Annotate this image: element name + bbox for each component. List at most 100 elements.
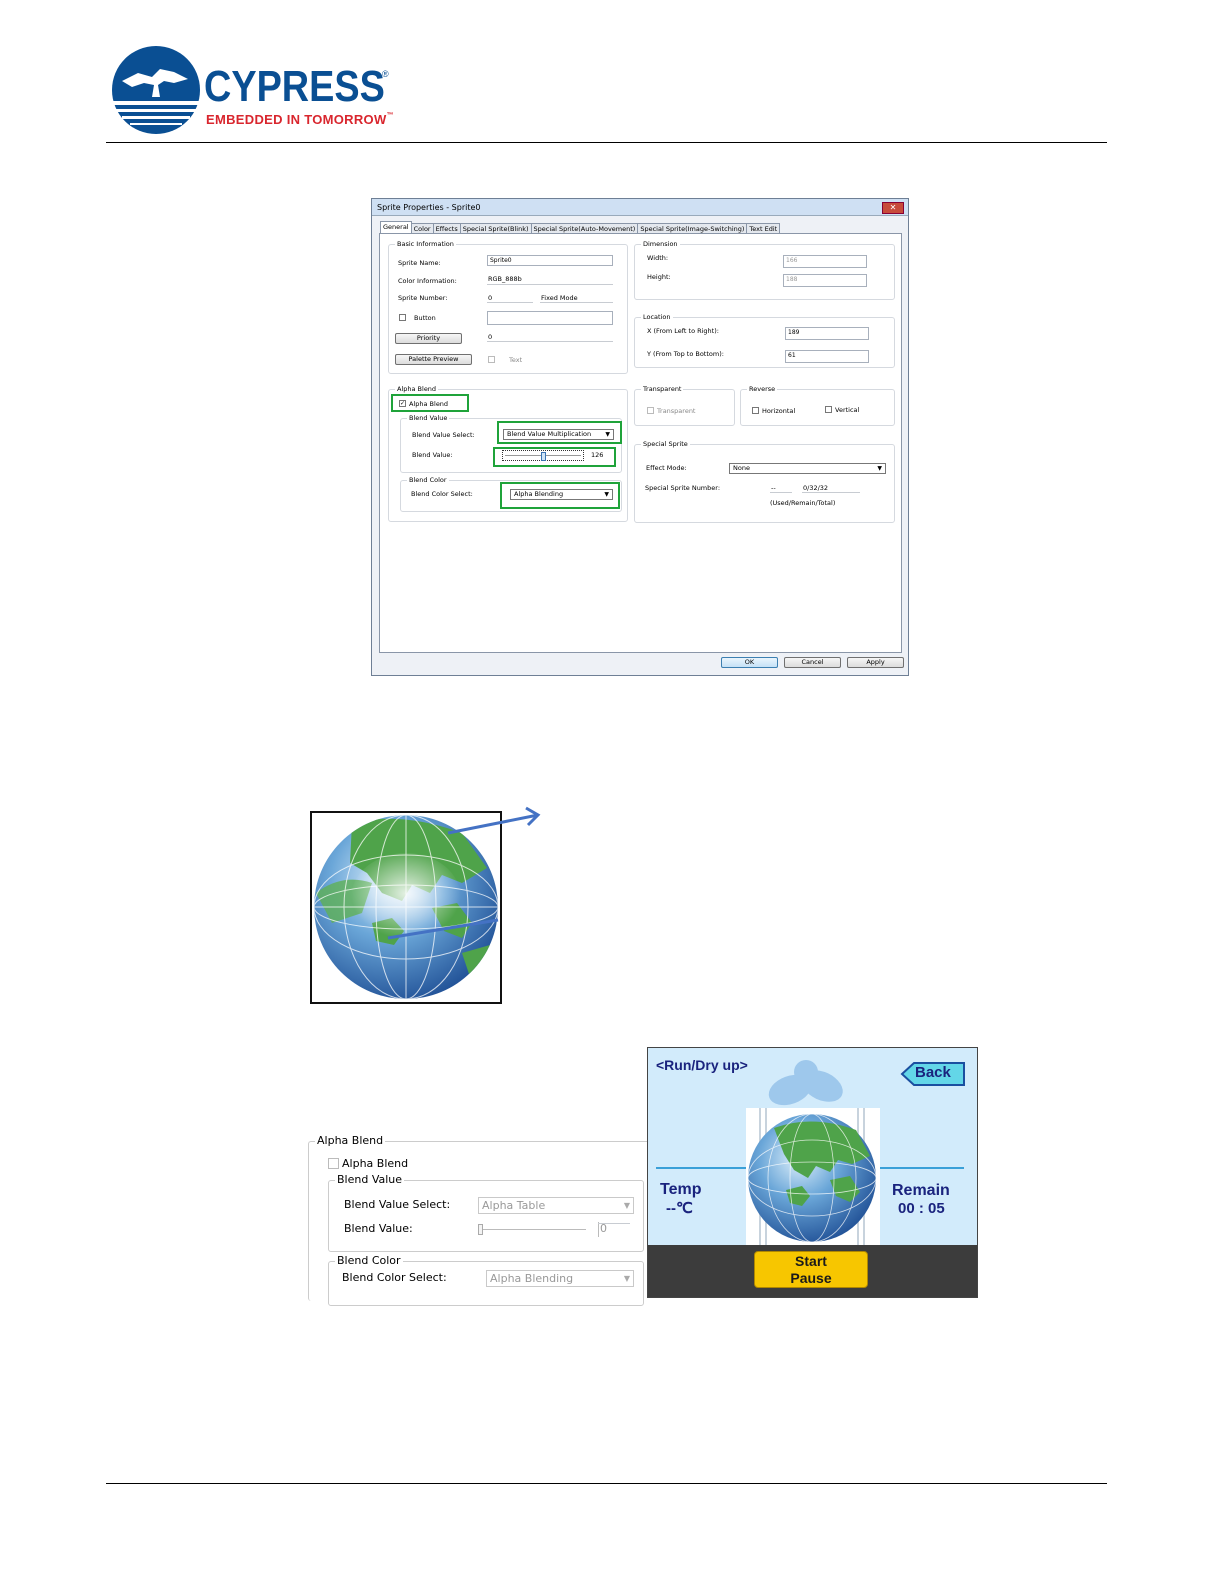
x-label: X (From Left to Right): [647, 327, 719, 335]
globe-image [747, 1108, 877, 1248]
divider [880, 1167, 964, 1169]
width-input[interactable]: 166 [783, 255, 867, 268]
priority-value: 0 [488, 333, 493, 341]
close-icon[interactable]: ✕ [882, 202, 904, 214]
group-label: Dimension [641, 240, 680, 248]
arrow-line [447, 813, 539, 835]
y-input[interactable]: 61 [785, 350, 869, 363]
group-label: Transparent [641, 385, 684, 393]
remain-label: Remain [892, 1182, 950, 1199]
divider [770, 492, 792, 493]
chevron-down-icon: ▼ [877, 465, 882, 472]
divider [802, 492, 860, 493]
start-pause-button[interactable]: Start Pause [754, 1251, 868, 1288]
dropdown-value: Alpha Table [482, 1199, 546, 1212]
chevron-down-icon: ▼ [623, 1201, 630, 1210]
alpha-blend-checkbox[interactable] [328, 1158, 339, 1169]
special-sprite-number-value: -- [771, 484, 776, 492]
horizontal-label: Horizontal [762, 407, 796, 415]
vertical-label: Vertical [835, 406, 860, 414]
highlight-box [497, 421, 622, 444]
slider-thumb[interactable] [478, 1224, 483, 1235]
blend-value-select-label: Blend Value Select: [344, 1198, 451, 1211]
text-checkbox[interactable] [488, 356, 495, 363]
group-label: Special Sprite [641, 440, 690, 448]
dropdown-value: None [733, 464, 750, 472]
divider [598, 1223, 630, 1224]
group-label: Blend Color [407, 476, 449, 484]
dropdown-value: Alpha Blending [490, 1272, 574, 1285]
divider [656, 1167, 746, 1169]
highlight-box [500, 482, 620, 509]
divider [598, 1222, 599, 1237]
effect-mode-label: Effect Mode: [646, 464, 687, 472]
sprite-name-label: Sprite Name: [398, 259, 441, 267]
blend-value-label: Blend Value: [412, 451, 453, 459]
button-text-input[interactable] [487, 311, 613, 325]
y-label: Y (From Top to Bottom): [647, 350, 724, 358]
vertical-checkbox[interactable] [825, 406, 832, 413]
blend-color-select-dropdown[interactable]: Alpha Blending ▼ [486, 1270, 634, 1287]
blend-color-select-label: Blend Color Select: [411, 490, 473, 498]
height-input[interactable]: 188 [783, 274, 867, 287]
alpha-blend-label: Alpha Blend [342, 1157, 409, 1170]
temp-value: --℃ [666, 1200, 693, 1217]
arrow-line [387, 918, 499, 940]
divider [487, 284, 613, 285]
brand-wordmark: CYPRESS [204, 62, 385, 111]
group-label: Blend Color [335, 1254, 403, 1267]
dialog-titlebar: Sprite Properties - Sprite0 ✕ [372, 199, 908, 216]
registered-mark: ® [382, 69, 389, 79]
button-checkbox[interactable] [399, 314, 406, 321]
brand-tagline: EMBEDDED IN TOMORROW™ [206, 112, 394, 127]
height-label: Height: [647, 273, 671, 281]
cancel-button[interactable]: Cancel [784, 657, 841, 668]
color-info-value: RGB_888b [488, 275, 522, 283]
pause-label: Pause [790, 1270, 832, 1286]
highlight-box [493, 447, 616, 467]
special-sprite-count: 0/32/32 [803, 484, 829, 492]
device-screen: <Run/Dry up> Back Temp --℃ Remain 00 : 0… [647, 1047, 978, 1298]
effect-mode-dropdown[interactable]: None ▼ [729, 463, 886, 474]
horizontal-checkbox[interactable] [752, 407, 759, 414]
special-sprite-number-label: Special Sprite Number: [645, 484, 721, 492]
button-label: Button [414, 314, 436, 322]
tab-strip: General Color Effects Special Sprite(Blink)… [380, 221, 781, 235]
divider [540, 302, 613, 303]
blend-value-select-label: Blend Value Select: [412, 431, 475, 439]
sprite-properties-dialog: Sprite Properties - Sprite0 ✕ General Col… [371, 198, 909, 676]
color-info-label: Color Information: [398, 277, 457, 285]
palette-preview-button[interactable]: Palette Preview [395, 354, 472, 365]
priority-button[interactable]: Priority [395, 333, 462, 344]
width-label: Width: [647, 254, 669, 262]
back-button-label: Back [915, 1064, 951, 1081]
group-label: Alpha Blend [315, 1134, 386, 1147]
apply-button[interactable]: Apply [847, 657, 904, 668]
back-button[interactable]: Back [900, 1062, 966, 1086]
cypress-tree-emblem [112, 46, 200, 134]
group-label: Alpha Blend [395, 385, 439, 393]
group-label: Reverse [747, 385, 778, 393]
dialog-title: Sprite Properties - Sprite0 [377, 203, 481, 212]
temp-label: Temp [660, 1181, 702, 1198]
ok-button[interactable]: OK [721, 657, 778, 668]
transparent-label: Transparent [657, 407, 696, 415]
divider [487, 302, 533, 303]
sprite-name-input[interactable]: Sprite0 [487, 255, 613, 266]
globe-sprite-backdrop [746, 1108, 880, 1248]
blend-value-group: Blend Value [328, 1173, 644, 1252]
dimension-group: Dimension [634, 240, 895, 300]
highlight-box [391, 394, 469, 412]
special-sprite-note: (Used/Remain/Total) [770, 499, 836, 507]
group-label: Location [641, 313, 673, 321]
screen-header: <Run/Dry up> [656, 1057, 748, 1073]
x-input[interactable]: 189 [785, 327, 869, 340]
transparent-checkbox[interactable] [647, 407, 654, 414]
blend-value-slider[interactable] [478, 1229, 586, 1230]
blend-value-select-dropdown[interactable]: Alpha Table ▼ [478, 1197, 634, 1214]
general-tab-panel: Basic Information Sprite Name: Sprite0 C… [379, 233, 902, 653]
text-label: Text [509, 356, 523, 364]
divider [487, 341, 613, 342]
fixed-mode-label: Fixed Mode [541, 294, 578, 302]
remain-value: 00 : 05 [898, 1200, 945, 1217]
